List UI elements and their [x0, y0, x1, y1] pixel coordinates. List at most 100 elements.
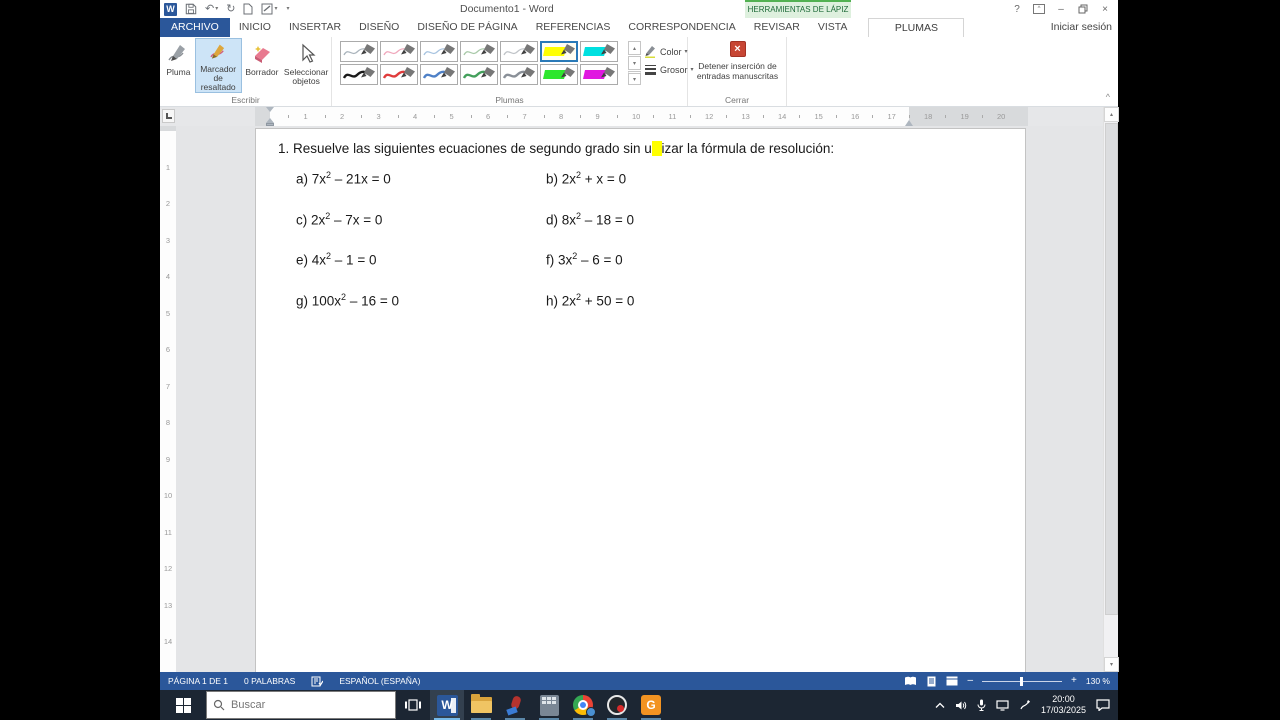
- zoom-slider-thumb[interactable]: [1020, 676, 1024, 686]
- highlighter-style-option[interactable]: [540, 41, 578, 62]
- taskbar-geogebra-button[interactable]: G: [634, 690, 668, 720]
- taskbar-search[interactable]: [206, 691, 396, 719]
- start-button[interactable]: [160, 690, 206, 720]
- document-page[interactable]: 1. Resuelve las siguientes ecuaciones de…: [255, 128, 1026, 672]
- notification-center-icon[interactable]: [1096, 699, 1110, 711]
- proofing-icon[interactable]: [311, 676, 324, 687]
- pen-style-option[interactable]: [420, 41, 458, 62]
- thickness-button[interactable]: Grosor ▾: [644, 62, 694, 77]
- color-pen-icon: [645, 46, 655, 58]
- first-line-indent-marker[interactable]: [266, 107, 274, 112]
- collapse-ribbon-icon[interactable]: ^: [1106, 92, 1110, 102]
- tab-stop-selector[interactable]: [162, 109, 175, 123]
- microphone-icon[interactable]: [977, 699, 986, 711]
- speaker-icon[interactable]: [955, 700, 967, 711]
- zoom-slider[interactable]: [982, 676, 1063, 686]
- print-layout-icon[interactable]: [926, 676, 937, 687]
- stop-inking-button[interactable]: × Detener inserción de entradas manuscri…: [694, 41, 781, 93]
- equation-h: h) 2x2 + 50 = 0: [546, 291, 635, 308]
- scroll-down-icon[interactable]: ▾: [1104, 657, 1119, 672]
- restore-icon[interactable]: [1072, 0, 1094, 18]
- word-count[interactable]: 0 PALABRAS: [244, 676, 295, 686]
- eraser-button[interactable]: Borrador: [242, 38, 283, 93]
- redo-button[interactable]: ↻: [226, 0, 235, 18]
- pen-style-option[interactable]: [340, 64, 378, 85]
- search-input[interactable]: [231, 699, 371, 711]
- zoom-percentage[interactable]: 130 %: [1086, 676, 1110, 686]
- tab-diseno-de-pagina[interactable]: DISEÑO DE PÁGINA: [408, 18, 526, 37]
- pen-style-option[interactable]: [420, 64, 458, 85]
- ribbon-display-options-icon[interactable]: ^: [1028, 0, 1050, 18]
- pen-style-option[interactable]: [500, 64, 538, 85]
- exercise-heading: 1. Resuelve las siguientes ecuaciones de…: [278, 141, 834, 156]
- new-document-icon[interactable]: [243, 3, 253, 15]
- highlighter-style-option[interactable]: [580, 41, 618, 62]
- search-icon: [213, 699, 225, 711]
- tray-chevron-icon[interactable]: [935, 702, 945, 709]
- exercise-text-pre: Resuelve las siguientes ecuaciones de se…: [293, 141, 652, 156]
- pen-style-option[interactable]: [460, 41, 498, 62]
- taskbar-chrome-button[interactable]: [566, 690, 600, 720]
- horizontal-ruler-row: 1 2 3 4 5 6 7 8 9 10 11 12 13 14 15 16 17 18 19 20: [160, 107, 1118, 126]
- tab-revisar[interactable]: REVISAR: [745, 18, 809, 37]
- windows-ink-icon[interactable]: [1019, 699, 1031, 711]
- help-icon[interactable]: ?: [1006, 0, 1028, 18]
- eraser-button-label: Borrador: [245, 67, 279, 77]
- taskbar-clock[interactable]: 20:00 17/03/2025: [1041, 694, 1086, 716]
- pen-style-option[interactable]: [380, 41, 418, 62]
- pen-style-option[interactable]: [500, 41, 538, 62]
- taskbar-file-explorer-button[interactable]: [464, 690, 498, 720]
- ruler-number: 1: [303, 112, 308, 121]
- highlighter-style-option[interactable]: [540, 64, 578, 85]
- tab-plumas-active[interactable]: PLUMAS: [868, 18, 965, 37]
- display-network-icon[interactable]: [996, 699, 1009, 711]
- horizontal-ruler[interactable]: 1 2 3 4 5 6 7 8 9 10 11 12 13 14 15 16 17 18 19 20: [255, 107, 1028, 126]
- minimize-icon[interactable]: –: [1050, 0, 1072, 18]
- tab-insertar[interactable]: INSERTAR: [280, 18, 350, 37]
- pen-style-option[interactable]: [460, 64, 498, 85]
- page-indicator[interactable]: PÁGINA 1 DE 1: [168, 676, 228, 686]
- word-logo-icon[interactable]: W: [164, 2, 177, 16]
- save-icon[interactable]: [185, 3, 197, 15]
- undo-button[interactable]: ↶ ▾: [205, 0, 218, 18]
- web-layout-icon[interactable]: [946, 676, 958, 686]
- color-button[interactable]: Color ▾: [644, 44, 688, 59]
- taskbar-snipping-tool-button[interactable]: [498, 690, 532, 720]
- sign-in-link[interactable]: Iniciar sesión: [1051, 18, 1112, 37]
- snipping-tool-icon: [505, 695, 525, 716]
- zoom-out-icon[interactable]: –: [967, 676, 973, 686]
- tab-vista[interactable]: VISTA: [809, 18, 857, 37]
- language-indicator[interactable]: ESPAÑOL (ESPAÑA): [339, 676, 420, 686]
- taskbar-obs-button[interactable]: [600, 690, 634, 720]
- read-mode-icon[interactable]: [904, 676, 917, 686]
- customize-qat-button[interactable]: ▾: [285, 0, 289, 18]
- tab-archivo[interactable]: ARCHIVO: [160, 18, 230, 37]
- pen-button[interactable]: Pluma: [162, 38, 195, 93]
- scroll-up-icon[interactable]: ▴: [1104, 107, 1119, 122]
- tab-inicio[interactable]: INICIO: [230, 18, 280, 37]
- pen-style-option[interactable]: [340, 41, 378, 62]
- select-objects-button[interactable]: Seleccionar objetos: [282, 38, 330, 93]
- taskbar-calculator-button[interactable]: [532, 690, 566, 720]
- task-view-button[interactable]: [396, 690, 430, 720]
- group-label-escribir: Escribir: [231, 95, 260, 105]
- draw-mode-icon[interactable]: ▾: [261, 0, 277, 18]
- highlighter-style-option[interactable]: [580, 64, 618, 85]
- ruler-number: 3: [165, 235, 171, 245]
- tab-correspondencia[interactable]: CORRESPONDENCIA: [619, 18, 744, 37]
- gallery-down-icon[interactable]: ▾: [628, 56, 641, 70]
- highlighter-button-selected[interactable]: Marcador de resaltado: [194, 38, 242, 93]
- scrollbar-thumb[interactable]: [1105, 123, 1118, 615]
- pen-style-option[interactable]: [380, 64, 418, 85]
- tab-referencias[interactable]: REFERENCIAS: [527, 18, 620, 37]
- gallery-more-icon[interactable]: ▾: [628, 71, 641, 85]
- vertical-ruler[interactable]: 1 2 3 4 5 6 7 8 9 10 11 12 13 14: [160, 126, 176, 672]
- taskbar-word-button[interactable]: W: [430, 690, 464, 720]
- gallery-up-icon[interactable]: ▴: [628, 41, 641, 55]
- vertical-scrollbar[interactable]: ▴ ▾: [1103, 107, 1119, 672]
- close-icon[interactable]: ×: [1094, 0, 1116, 18]
- window-controls: ? ^ – ×: [1006, 0, 1116, 18]
- zoom-in-icon[interactable]: +: [1071, 676, 1077, 686]
- tab-diseno[interactable]: DISEÑO: [350, 18, 408, 37]
- obs-icon: [607, 695, 627, 715]
